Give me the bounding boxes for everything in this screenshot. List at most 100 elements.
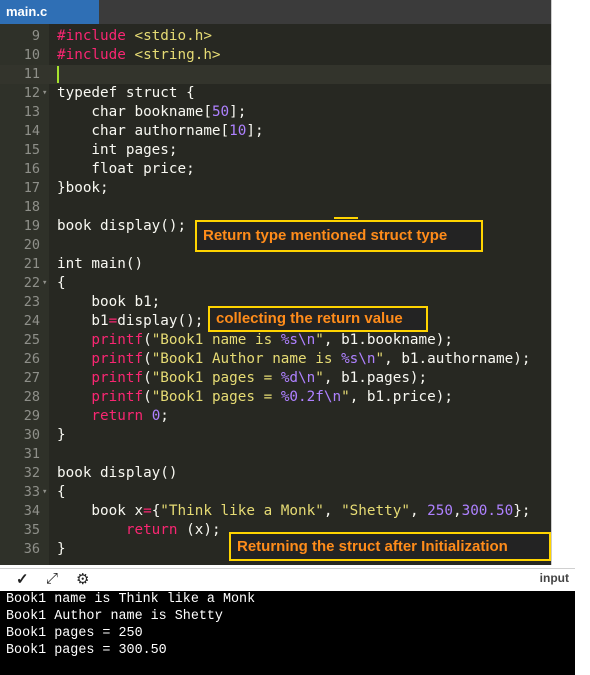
line-number: 24	[23, 313, 40, 329]
code-line[interactable]: 28 printf("Book1 pages = %0.2f\n", b1.pr…	[0, 388, 551, 407]
code-text[interactable]: #include <stdio.h>	[57, 27, 212, 46]
code-line[interactable]: 11	[0, 65, 551, 84]
code-text[interactable]: #include <string.h>	[57, 46, 221, 65]
code-token: char bookname[	[57, 104, 212, 120]
code-text[interactable]: printf("Book1 name is %s\n", b1.bookname…	[57, 331, 453, 350]
line-number: 25	[23, 332, 40, 348]
line-number: 34	[23, 503, 40, 519]
text-cursor	[57, 66, 59, 83]
settings-icon[interactable]: ⚙	[76, 570, 89, 588]
code-text[interactable]: printf("Book1 Author name is %s\n", b1.a…	[57, 350, 530, 369]
code-token: }	[57, 427, 66, 443]
code-text[interactable]: return (x);	[57, 521, 221, 540]
code-token: 300.50	[461, 503, 514, 519]
line-number: 32	[23, 465, 40, 481]
code-text[interactable]: book b1;	[57, 293, 160, 312]
code-token: =	[143, 503, 152, 519]
console-toolbar: ✓ ⤢ ⚙ input	[0, 568, 575, 592]
line-number: 21	[23, 256, 40, 272]
code-text[interactable]: printf("Book1 pages = %d\n", b1.pages);	[57, 369, 427, 388]
line-number: 22	[23, 275, 40, 291]
code-text[interactable]: typedef struct {	[57, 84, 195, 103]
code-line[interactable]: 12 ▾ typedef struct {	[0, 84, 551, 103]
input-tab-label[interactable]: input	[540, 571, 569, 585]
code-line[interactable]: 32 book display()	[0, 464, 551, 483]
code-text[interactable]: char bookname[50];	[57, 103, 246, 122]
fold-arrow-icon[interactable]: ▾	[42, 483, 47, 502]
line-number: 9	[31, 28, 40, 44]
code-token: }book;	[57, 180, 109, 196]
code-line[interactable]: 22 ▾ {	[0, 274, 551, 293]
code-line[interactable]: 17 }book;	[0, 179, 551, 198]
code-line[interactable]: 31	[0, 445, 551, 464]
code-line[interactable]: 21 int main()	[0, 255, 551, 274]
code-text[interactable]: int main()	[57, 255, 143, 274]
line-number: 16	[23, 161, 40, 177]
code-token: display();	[117, 313, 204, 329]
code-token: b1	[57, 313, 109, 329]
code-token: "Book1 pages =	[151, 370, 281, 386]
code-text[interactable]: {	[57, 483, 66, 502]
code-line[interactable]: 9 #include <stdio.h>	[0, 27, 551, 46]
console-output-line: Book1 Author name is Shetty	[6, 609, 223, 624]
line-number: 31	[23, 446, 40, 462]
code-line[interactable]: 27 printf("Book1 pages = %d\n", b1.pages…	[0, 369, 551, 388]
code-token: "Book1 name is	[151, 332, 281, 348]
code-line[interactable]: 26 printf("Book1 Author name is %s\n", b…	[0, 350, 551, 369]
code-text[interactable]: }book;	[57, 179, 109, 198]
code-token: ,	[323, 503, 342, 519]
code-line[interactable]: 34 book x={"Think like a Monk", "Shetty"…	[0, 502, 551, 521]
code-token: 10	[229, 123, 247, 139]
annotation-return-type: Return type mentioned struct type	[195, 220, 483, 252]
code-line[interactable]: 25 printf("Book1 name is %s\n", b1.bookn…	[0, 331, 551, 350]
code-line[interactable]: 29 return 0;	[0, 407, 551, 426]
line-number: 35	[23, 522, 40, 538]
code-text[interactable]: int pages;	[57, 141, 177, 160]
code-text[interactable]: book display()	[57, 464, 178, 483]
code-text[interactable]: return 0;	[57, 407, 168, 426]
code-token: return	[57, 408, 152, 424]
code-token: (	[143, 351, 152, 367]
code-editor[interactable]: main.c 9 #include <stdio.h> 10 #include <st…	[0, 0, 551, 565]
code-token: %d\n	[280, 370, 316, 386]
code-text[interactable]: {	[57, 274, 66, 293]
code-text[interactable]: book display();	[57, 217, 186, 236]
tab-main-c[interactable]: main.c	[0, 0, 99, 24]
code-line[interactable]: 13 char bookname[50];	[0, 103, 551, 122]
line-number: 30	[23, 427, 40, 443]
fold-arrow-icon[interactable]: ▾	[42, 84, 47, 103]
code-token: printf	[57, 351, 144, 367]
code-line[interactable]: 16 float price;	[0, 160, 551, 179]
chevron-down-icon[interactable]: ✓	[16, 570, 29, 588]
code-line[interactable]: 18	[0, 198, 551, 217]
console-output: Book1 name is Think like a Monk Book1 Aut…	[0, 591, 575, 675]
code-token: book display()	[57, 465, 178, 481]
code-token: (x);	[186, 522, 221, 538]
code-text[interactable]: printf("Book1 pages = %0.2f\n", b1.price…	[57, 388, 453, 407]
code-text[interactable]: char authorname[10];	[57, 122, 263, 141]
code-line[interactable]: 33 ▾ {	[0, 483, 551, 502]
code-line[interactable]: 30}	[0, 426, 551, 445]
code-token: ,	[452, 503, 462, 519]
code-token: printf	[57, 389, 144, 405]
code-line[interactable]: 10 #include <string.h>	[0, 46, 551, 65]
code-text[interactable]: }	[57, 540, 66, 559]
code-line[interactable]: 15 int pages;	[0, 141, 551, 160]
line-number: 17	[23, 180, 40, 196]
code-text[interactable]: book x={"Think like a Monk", "Shetty", 2…	[57, 502, 530, 521]
code-token: #include	[57, 47, 135, 63]
code-line[interactable]: 14 char authorname[10];	[0, 122, 551, 141]
code-token: , b1.bookname);	[323, 332, 453, 348]
fold-arrow-icon[interactable]: ▾	[42, 274, 47, 293]
code-token: int main()	[57, 256, 144, 272]
code-lines[interactable]: 9 #include <stdio.h> 10 #include <string.h>…	[0, 27, 551, 559]
annotation-returning: Returning the struct after Initializatio…	[229, 532, 551, 561]
code-token: book display();	[57, 218, 187, 234]
code-text[interactable]: float price;	[57, 160, 194, 179]
code-text[interactable]: b1=display();	[57, 312, 203, 331]
code-text[interactable]: }	[57, 426, 66, 445]
line-number: 20	[23, 237, 40, 253]
line-number: 18	[23, 199, 40, 215]
line-number: 26	[23, 351, 40, 367]
expand-icon[interactable]: ⤢	[46, 570, 58, 587]
